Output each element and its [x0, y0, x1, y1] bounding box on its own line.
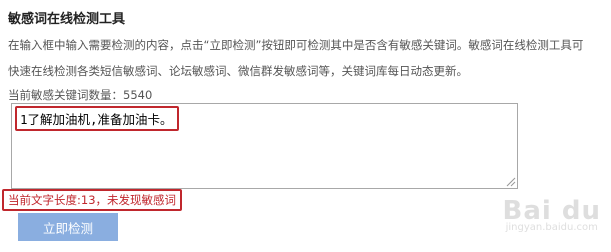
check-button[interactable]: 立即检测 [18, 213, 118, 241]
content-textarea[interactable]: 1了解加油机,准备加油卡。 [11, 103, 518, 189]
baidu-watermark: Bai du jingyan.baidu.com [503, 196, 601, 233]
watermark-url: jingyan.baidu.com [505, 222, 598, 233]
description-line-2: 快速在线检测各类短信敏感词、论坛敏感词、微信群发敏感词等，关键词库每日动态更新。 [8, 64, 468, 78]
resize-grip-icon[interactable] [506, 177, 516, 187]
status-text: 当前文字长度:13，未发现敏感词 [2, 189, 183, 211]
keyword-count: 当前敏感关键词数量：5540 [8, 88, 153, 102]
description-line-1: 在输入框中输入需要检测的内容，点击“立即检测”按钮即可检测其中是否含有敏感关键词… [8, 38, 584, 52]
page-title: 敏感词在线检测工具 [8, 12, 126, 27]
textarea-content[interactable]: 1了解加油机,准备加油卡。 [15, 106, 179, 131]
